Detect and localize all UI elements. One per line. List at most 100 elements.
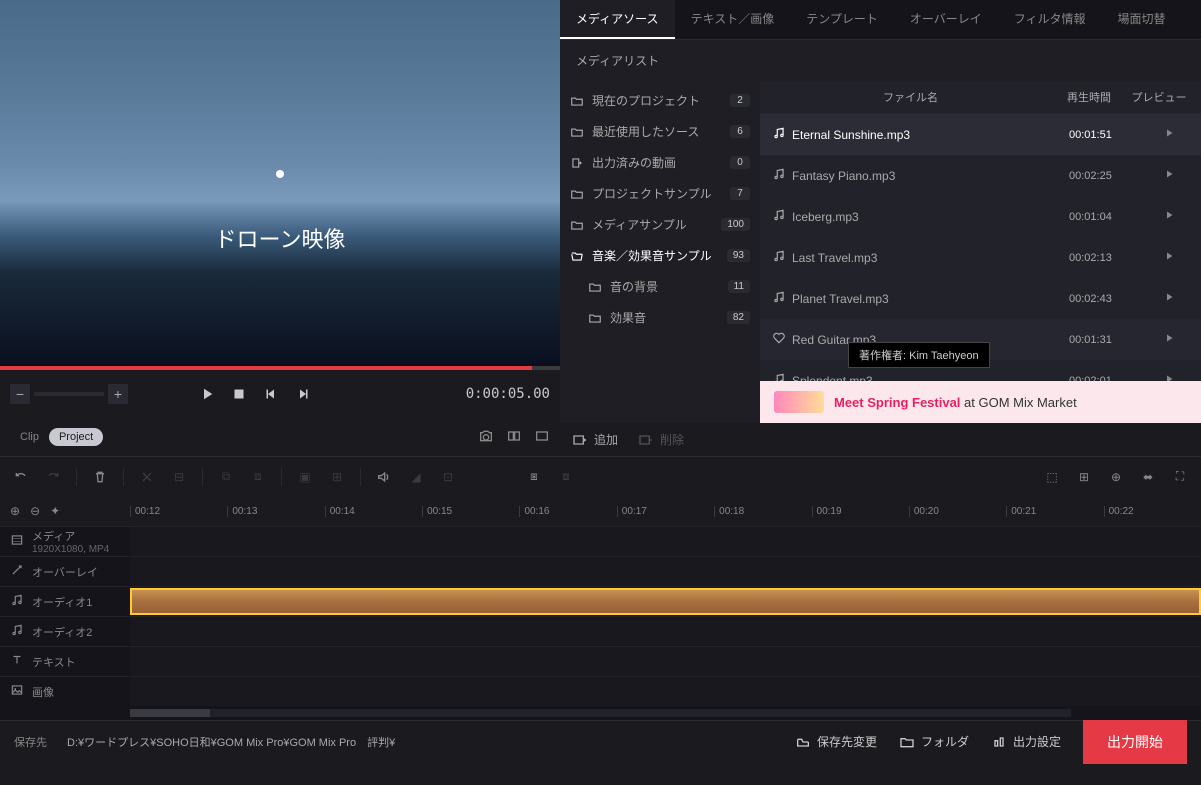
footer: 保存先 D:¥ワードプレス¥SOHO日和¥GOM Mix Pro¥GOM Mix… (0, 720, 1201, 762)
track-label[interactable]: メディア1920X1080, MP4 (0, 527, 130, 556)
transition-icon[interactable]: ⧆ (525, 468, 543, 486)
transition2-icon[interactable]: ⧇ (557, 468, 575, 486)
tab-4[interactable]: フィルタ情報 (998, 0, 1102, 39)
folder-open-icon (570, 249, 584, 263)
banner-rest: at GOM Mix Market (960, 395, 1076, 410)
tab-1[interactable]: テキスト／画像 (675, 0, 791, 39)
timeline-scrollbar[interactable] (0, 706, 1201, 720)
fx-icon[interactable]: ⊡ (439, 468, 457, 486)
ruler-tick: 00:14 (325, 506, 422, 517)
track-body[interactable] (130, 677, 1201, 706)
file-duration: 00:01:31 (1069, 334, 1149, 346)
preview-progress[interactable] (0, 366, 560, 370)
file-row[interactable]: Eternal Sunshine.mp300:01:51 (760, 114, 1201, 155)
zoom-in-timeline-icon[interactable]: ⊕ (10, 504, 20, 518)
fade-icon[interactable]: ◢ (407, 468, 425, 486)
play-button[interactable] (198, 385, 216, 403)
expand-icon[interactable] (534, 428, 550, 447)
change-path-button[interactable]: 保存先変更 (795, 733, 877, 750)
film-icon[interactable]: ⊞ (328, 468, 346, 486)
tab-5[interactable]: 場面切替 (1102, 0, 1182, 39)
music-icon (772, 167, 792, 184)
add-track-icon[interactable]: ⊕ (1107, 468, 1125, 486)
crop2-icon[interactable]: ⧈ (249, 468, 267, 486)
export-settings-button[interactable]: 出力設定 (991, 733, 1061, 750)
export-button[interactable]: 出力開始 (1083, 720, 1187, 764)
remove-media-button[interactable]: 削除 (638, 431, 684, 448)
tree-item-3[interactable]: プロジェクトサンプル7 (560, 178, 760, 209)
snap-icon[interactable]: ⊞ (1075, 468, 1093, 486)
file-duration: 00:02:25 (1069, 170, 1149, 182)
file-row[interactable]: Planet Travel.mp300:02:43 (760, 278, 1201, 319)
file-row[interactable]: Iceberg.mp300:01:04 (760, 196, 1201, 237)
tree-item-2[interactable]: 出力済みの動画0 (560, 147, 760, 178)
audio-clip[interactable] (130, 588, 1201, 615)
track-label[interactable]: テキスト (0, 647, 130, 676)
tab-2[interactable]: テンプレート (790, 0, 894, 39)
undo-icon[interactable] (12, 468, 30, 486)
track-body[interactable] (130, 527, 1201, 556)
zoom-in-button[interactable]: + (108, 384, 128, 404)
track-body[interactable] (130, 557, 1201, 586)
col-preview[interactable]: プレビュー (1129, 89, 1189, 105)
file-row[interactable]: Last Travel.mp300:02:13 (760, 237, 1201, 278)
tree-item-7[interactable]: 効果音82 (560, 302, 760, 333)
tree-item-4[interactable]: メディアサンプル100 (560, 209, 760, 240)
add-media-button[interactable]: 追加 (572, 431, 618, 448)
file-play-icon[interactable] (1149, 250, 1189, 265)
prev-frame-button[interactable] (262, 385, 280, 403)
snapshot-icon[interactable] (478, 428, 494, 447)
ruler-tick: 00:15 (422, 506, 519, 517)
tab-3[interactable]: オーバーレイ (894, 0, 998, 39)
maximize-icon[interactable]: ⛶ (1171, 468, 1189, 486)
folder-icon (570, 187, 584, 201)
image-icon[interactable]: ▣ (296, 468, 314, 486)
tree-item-5[interactable]: 音楽／効果音サンプル93 (560, 240, 760, 271)
aspect-icon[interactable] (506, 428, 522, 447)
music-icon (772, 208, 792, 225)
redo-icon[interactable] (44, 468, 62, 486)
zoom-slider[interactable] (34, 392, 104, 396)
zoom-out-button[interactable]: − (10, 384, 30, 404)
timeline-ruler[interactable]: 00:1200:1300:1400:1500:1600:1700:1800:19… (130, 506, 1201, 517)
tree-item-6[interactable]: 音の背景11 (560, 271, 760, 302)
file-play-icon[interactable] (1149, 291, 1189, 306)
music-icon (10, 623, 24, 640)
promo-banner[interactable]: Meet Spring Festival at GOM Mix Market (760, 381, 1201, 423)
fit-timeline-icon[interactable]: ✦ (50, 504, 60, 518)
tree-item-1[interactable]: 最近使用したソース6 (560, 116, 760, 147)
tree-item-0[interactable]: 現在のプロジェクト2 (560, 85, 760, 116)
track-body[interactable] (130, 617, 1201, 646)
track-label[interactable]: オーディオ1 (0, 587, 130, 616)
volume-icon[interactable] (375, 468, 393, 486)
clip-mode-button[interactable]: Clip (10, 428, 49, 446)
open-folder-button[interactable]: フォルダ (899, 733, 969, 750)
file-play-icon[interactable] (1149, 332, 1189, 347)
video-preview[interactable]: ドローン映像 (0, 0, 560, 364)
trash-icon[interactable] (91, 468, 109, 486)
split-icon[interactable]: ⊟ (170, 468, 188, 486)
col-filename[interactable]: ファイル名 (772, 89, 1049, 105)
file-play-icon[interactable] (1149, 168, 1189, 183)
track-label[interactable]: 画像 (0, 677, 130, 706)
track-body[interactable] (130, 647, 1201, 676)
next-frame-button[interactable] (294, 385, 312, 403)
tab-0[interactable]: メディアソース (560, 0, 675, 39)
file-duration: 00:01:04 (1069, 211, 1149, 223)
track-body[interactable] (130, 587, 1201, 616)
file-row[interactable]: Fantasy Piano.mp300:02:25 (760, 155, 1201, 196)
col-duration[interactable]: 再生時間 (1049, 89, 1129, 105)
cut-icon[interactable] (138, 468, 156, 486)
crop-icon[interactable]: ⧉ (217, 468, 235, 486)
project-mode-button[interactable]: Project (49, 428, 103, 446)
zoom-out-timeline-icon[interactable]: ⊖ (30, 504, 40, 518)
track-label[interactable]: オーディオ2 (0, 617, 130, 646)
fullwidth-icon[interactable]: ⬌ (1139, 468, 1157, 486)
track-label[interactable]: オーバーレイ (0, 557, 130, 586)
file-play-icon[interactable] (1149, 127, 1189, 142)
stop-button[interactable] (230, 385, 248, 403)
tree-badge: 82 (727, 311, 750, 324)
file-play-icon[interactable] (1149, 209, 1189, 224)
marker-icon[interactable]: ⬚ (1043, 468, 1061, 486)
file-play-icon[interactable] (1149, 373, 1189, 381)
